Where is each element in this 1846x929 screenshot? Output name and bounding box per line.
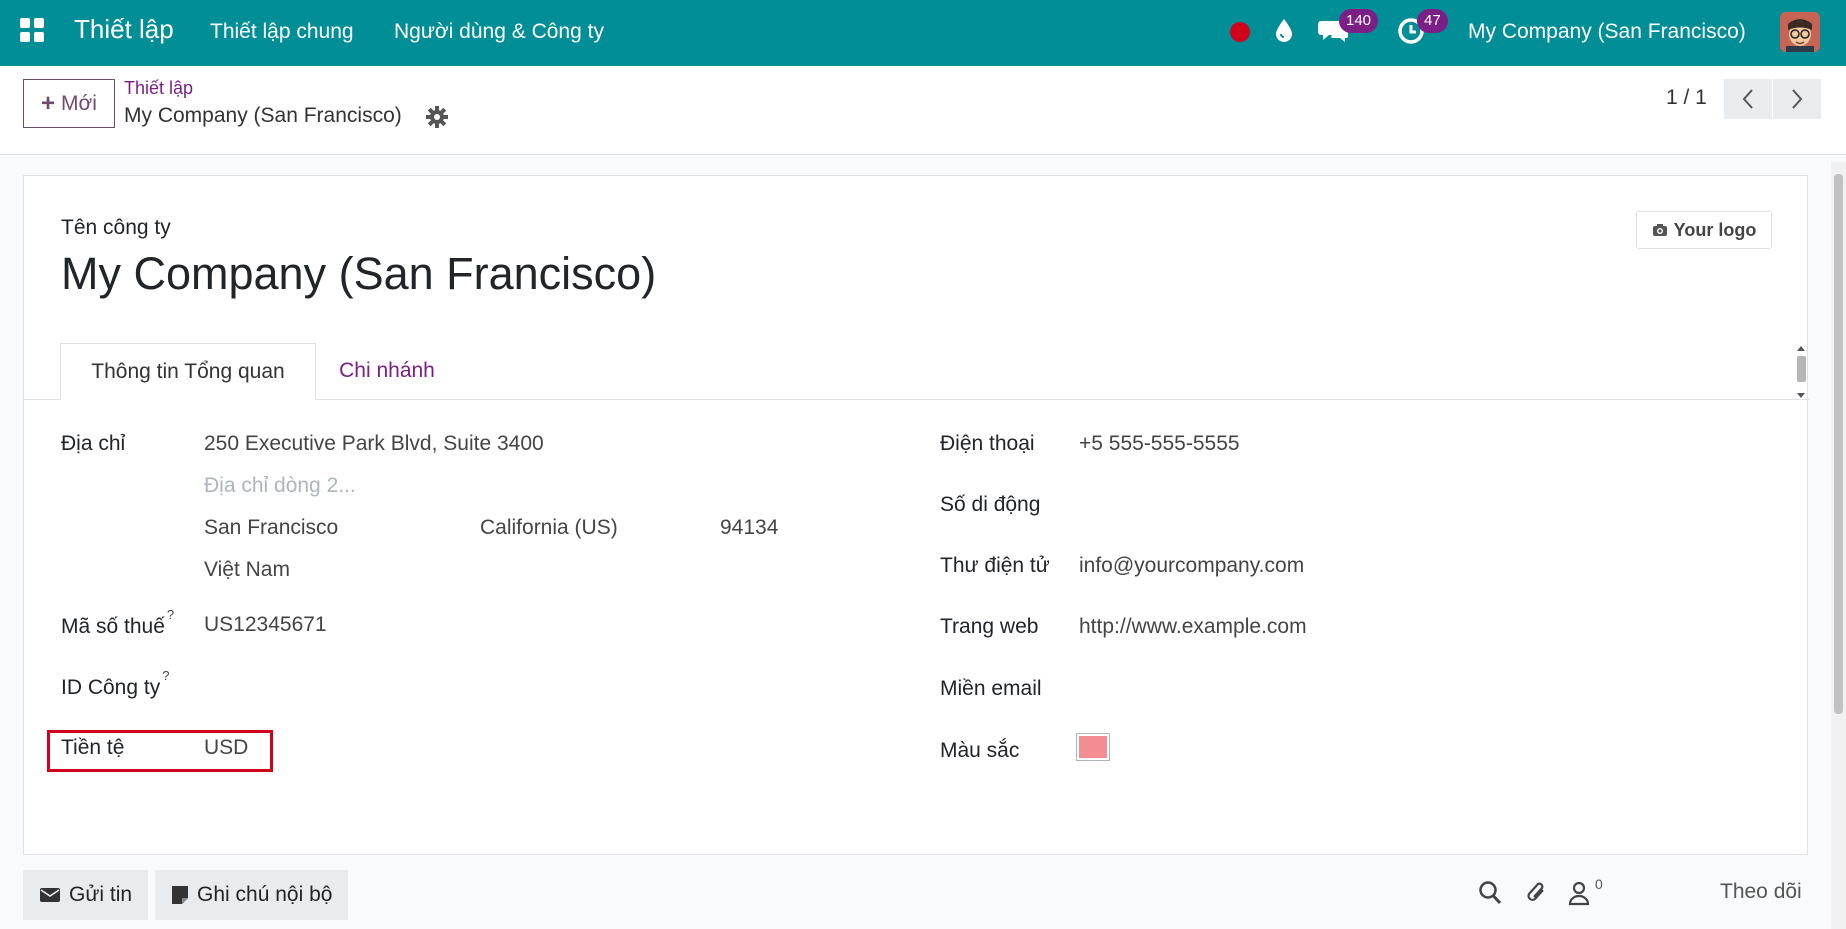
currency-field[interactable]: USD [204,736,248,760]
company-id-label: ID Công ty? [61,668,170,699]
water-drop-icon[interactable] [1273,17,1295,48]
address-label: Địa chỉ [61,432,126,455]
plus-icon: + [41,89,56,117]
activities-badge: 47 [1417,9,1448,33]
country-field[interactable]: Việt Nam [204,558,290,582]
vat-label: Mã số thuế? [61,607,175,638]
log-note-label: Ghi chú nội bộ [197,883,333,906]
mobile-label: Số di động [940,493,1041,516]
send-message-label: Gửi tin [69,883,133,906]
paperclip-icon[interactable] [1525,880,1549,911]
send-message-button[interactable]: Gửi tin [23,870,149,920]
currency-label: Tiền tệ [61,736,125,759]
record-icon[interactable] [1230,22,1250,42]
new-button[interactable]: + Mới [23,79,115,128]
zip-field[interactable]: 94134 [720,516,778,540]
note-icon [172,886,188,904]
envelope-icon [40,888,60,902]
tab-general-info[interactable]: Thông tin Tổng quan [60,343,316,400]
menu-users-companies[interactable]: Người dùng & Công ty [394,20,604,44]
user-avatar[interactable] [1780,12,1820,52]
form-tabs: Thông tin Tổng quan Chi nhánh [24,343,1809,400]
chevron-right-icon [1792,89,1803,109]
state-field[interactable]: California (US) [480,516,618,540]
top-navbar: Thiết lập Thiết lập chung Người dùng & C… [0,0,1846,66]
pager-value[interactable]: 1 / 1 [1666,86,1707,110]
pager-previous-button[interactable] [1724,79,1772,119]
email-label: Thư điện tử [940,554,1050,577]
email-field[interactable]: info@yourcompany.com [1079,554,1304,578]
followers-count: 0 [1595,876,1603,892]
phone-label: Điện thoại [940,432,1035,455]
tab-branches[interactable]: Chi nhánh [316,343,458,399]
phone-field[interactable]: +5 555-555-5555 [1079,432,1240,456]
color-label: Màu sắc [940,739,1020,762]
street-field[interactable]: 250 Executive Park Blvd, Suite 3400 [204,432,544,456]
email-domain-label: Miền email [940,677,1042,700]
pager-next-button[interactable] [1773,79,1821,119]
menu-general-settings[interactable]: Thiết lập chung [210,20,354,44]
website-field[interactable]: http://www.example.com [1079,615,1307,639]
form-sheet: Tên công ty My Company (San Francisco) Y… [23,175,1809,855]
vat-help-icon[interactable]: ? [167,607,174,622]
search-icon[interactable] [1478,880,1502,911]
website-label: Trang web [940,615,1039,638]
breadcrumb-parent[interactable]: Thiết lập [124,78,193,99]
logo-upload-button[interactable]: Your logo [1636,211,1772,249]
city-field[interactable]: San Francisco [204,516,338,540]
company-name-label: Tên công ty [61,216,171,239]
followers-icon[interactable] [1568,880,1590,911]
camera-icon [1652,224,1667,236]
vat-field[interactable]: US12345671 [204,613,327,637]
app-title[interactable]: Thiết lập [74,14,174,45]
company-switcher[interactable]: My Company (San Francisco) [1468,20,1746,44]
street2-field[interactable]: Địa chỉ dòng 2... [204,474,356,498]
tab-scrollbar[interactable] [1794,344,1808,400]
breadcrumb-current: My Company (San Francisco) [124,104,402,127]
messages-badge: 140 [1339,9,1379,33]
gear-icon[interactable] [426,106,448,133]
new-button-label: Mới [61,91,97,115]
follow-button[interactable]: Theo dõi [1720,880,1802,904]
apps-menu-icon[interactable] [20,18,46,44]
logo-upload-label: Your logo [1673,219,1757,240]
log-note-button[interactable]: Ghi chú nội bộ [155,870,349,920]
company-id-help-icon[interactable]: ? [162,668,169,683]
color-swatch[interactable] [1076,733,1110,761]
page-scrollbar[interactable] [1831,162,1846,929]
chevron-left-icon [1742,89,1753,109]
company-name-field[interactable]: My Company (San Francisco) [61,248,656,300]
control-panel: + Mới Thiết lập My Company (San Francisc… [0,66,1846,155]
